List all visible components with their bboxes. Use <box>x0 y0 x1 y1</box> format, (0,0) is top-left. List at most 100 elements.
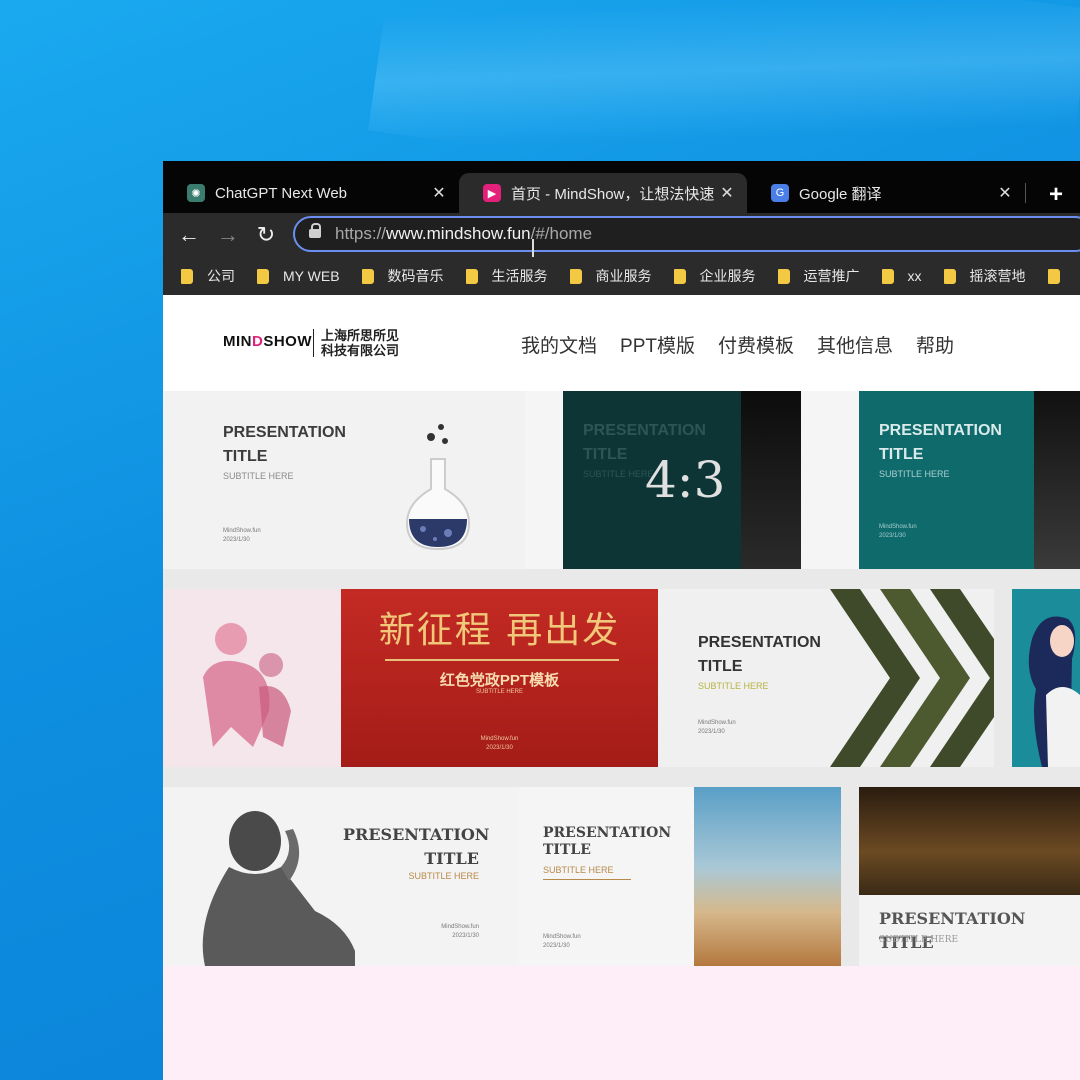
template-meta: MindShow.fun 2023/1/30 <box>223 528 261 543</box>
template-subtitle: SUBTITLE HERE <box>223 471 294 481</box>
browser-window: ✺ ChatGPT Next Web ✕ ▶ 首页 - MindShow，让想法… <box>163 161 1080 1080</box>
template-card-theater[interactable]: PRESENTATION TITLE SUBTITLE HERE <box>859 787 1080 966</box>
bottles-image <box>1034 391 1080 569</box>
template-title: PRESENTATION TITLE <box>879 909 1026 952</box>
close-tab-icon[interactable]: ✕ <box>429 183 449 203</box>
template-card-teal[interactable]: PRESENTATION TITLE SUBTITLE HERE MindShow… <box>859 391 1080 569</box>
mindshow-logo[interactable]: MINDSHOW <box>223 333 312 350</box>
template-subtitle: SUBTITLE HERE <box>408 871 479 881</box>
woman-illustration <box>1028 616 1080 767</box>
folder-icon <box>257 268 269 284</box>
folder-icon <box>1047 268 1060 284</box>
close-tab-icon[interactable]: ✕ <box>717 183 737 203</box>
template-subtitle: SUBTITLE HERE <box>698 681 769 691</box>
tab-strip: ✺ ChatGPT Next Web ✕ ▶ 首页 - MindShow，让想法… <box>163 161 1080 213</box>
template-card-red-party[interactable]: 新征程 再出发 红色党政PPT模板 SUBTITLE HERE MindShow… <box>341 589 658 767</box>
template-meta: MindShow.fun 2023/1/30 <box>698 720 736 735</box>
tab-google-translate[interactable]: G Google 翻译 ✕ <box>747 173 1025 213</box>
bottles-image <box>741 391 801 569</box>
logo-divider <box>313 329 314 357</box>
divider-line <box>385 659 619 661</box>
lock-icon <box>309 223 321 240</box>
pink-figures-illustration <box>203 623 291 747</box>
back-arrow-icon[interactable]: ← <box>175 221 203 249</box>
main-nav: 我的文档 PPT模版 付费模板 其他信息 帮助 <box>521 331 977 358</box>
template-gap-strip <box>801 391 859 569</box>
address-bar[interactable]: https://www.mindshow.fun/#/home <box>293 216 1080 252</box>
bookmark-folder[interactable]: MY WEB <box>257 268 340 284</box>
bookmark-folder[interactable]: 摇滚营地 <box>943 266 1026 286</box>
template-card-woman[interactable] <box>1012 589 1080 767</box>
company-name: 上海所思所见 科技有限公司 <box>321 328 400 358</box>
bookmark-folder[interactable]: xx <box>881 268 922 284</box>
folder-icon <box>465 268 478 284</box>
new-tab-icon[interactable]: + <box>1049 181 1063 209</box>
folder-icon <box>943 268 956 284</box>
folder-icon <box>181 268 193 284</box>
browser-toolbar: ← → ↻ https://www.mindshow.fun/#/home <box>163 213 1080 257</box>
folder-icon <box>777 268 790 284</box>
template-subtitle: SUBTITLE HERE <box>475 689 523 695</box>
template-card-dark-teal[interactable]: PRESENTATION TITLE SUBTITLE HERE 4:3 <box>563 391 801 569</box>
theater-image <box>859 787 1080 895</box>
nav-my-docs[interactable]: 我的文档 <box>521 331 597 358</box>
bookmark-folder[interactable]: 生活服务 <box>465 266 548 286</box>
template-meta: MindShow.fun 2023/1/30 <box>879 524 917 539</box>
bookmark-folder[interactable]: 运营推广 <box>777 266 860 286</box>
folder-icon <box>569 268 582 284</box>
flask-illustration <box>405 424 471 551</box>
reload-icon[interactable]: ↻ <box>252 221 280 249</box>
chatgpt-icon: ✺ <box>187 184 205 202</box>
statue-image <box>202 811 355 966</box>
template-subtitle: SUBTITLE HERE <box>583 469 654 479</box>
template-subtitle: SUBTITLE HERE <box>543 865 614 875</box>
nav-ppt-templates[interactable]: PPT模版 <box>620 331 695 358</box>
template-meta: MindShow.fun 2023/1/30 <box>441 924 479 939</box>
tab-chatgpt[interactable]: ✺ ChatGPT Next Web ✕ <box>163 173 459 213</box>
bookmark-folder[interactable] <box>1047 268 1074 284</box>
folder-icon <box>673 268 686 284</box>
folder-icon <box>361 268 374 284</box>
template-card-chevrons[interactable]: PRESENTATION TITLE SUBTITLE HERE MindShow… <box>658 589 994 767</box>
template-title: PRESENTATION TITLE <box>543 825 672 858</box>
tab-mindshow[interactable]: ▶ 首页 - MindShow，让想法快速 ✕ <box>459 173 747 213</box>
template-headline: 新征程 再出发 <box>378 610 621 651</box>
forward-arrow-icon[interactable]: → <box>214 221 242 249</box>
bookmark-folder[interactable]: 数码音乐 <box>361 266 444 286</box>
close-tab-icon[interactable]: ✕ <box>995 183 1015 203</box>
template-title: PRESENTATION TITLE <box>343 825 490 868</box>
template-meta: MindShow.fun 2023/1/30 <box>543 934 581 949</box>
text-cursor <box>532 239 534 257</box>
tab-title: 首页 - MindShow，让想法快速 <box>511 185 715 203</box>
nav-other-info[interactable]: 其他信息 <box>817 331 893 358</box>
tab-title: Google 翻译 <box>799 185 882 203</box>
tab-separator <box>1025 183 1026 203</box>
bookmark-folder[interactable]: 商业服务 <box>569 266 652 286</box>
site-header: MINDSHOW 上海所思所见 科技有限公司 我的文档 PPT模版 付费模板 其… <box>163 295 1080 391</box>
mindshow-icon: ▶ <box>483 184 501 202</box>
url-text: https://www.mindshow.fun/#/home <box>335 224 593 243</box>
template-card-statue[interactable]: PRESENTATION TITLE SUBTITLE HERE MindShow… <box>163 787 519 966</box>
folder-icon <box>881 268 894 284</box>
template-card-pink-figures[interactable] <box>163 589 341 767</box>
template-subtitle: SUBTITLE HERE <box>879 469 950 479</box>
tab-title: ChatGPT Next Web <box>215 184 347 202</box>
template-card-desert[interactable] <box>694 787 841 966</box>
template-subtitle: SUBTITLE HERE <box>879 935 959 945</box>
template-title: PRESENTATION TITLE <box>879 422 1002 463</box>
bookmark-folder[interactable]: 公司 <box>181 266 235 286</box>
template-title: PRESENTATION TITLE <box>698 634 821 675</box>
bookmark-folder[interactable]: 企业服务 <box>673 266 756 286</box>
template-card-serif[interactable]: PRESENTATION TITLE SUBTITLE HERE MindShow… <box>519 787 694 966</box>
template-title: PRESENTATION TITLE <box>223 424 346 465</box>
google-translate-icon: G <box>771 184 789 202</box>
template-gap-strip <box>525 391 563 569</box>
bookmarks-bar: 公司 MY WEB 数码音乐 生活服务 商业服务 企业服务 运营推广 xx 摇滚… <box>163 257 1080 295</box>
nav-help[interactable]: 帮助 <box>916 331 954 358</box>
aspect-ratio-badge: 4:3 <box>645 451 726 509</box>
template-title: 红色党政PPT模板 <box>439 672 560 689</box>
chevron-pattern-graphic <box>830 589 994 767</box>
nav-paid-templates[interactable]: 付费模板 <box>718 331 794 358</box>
template-card-flask[interactable]: PRESENTATION TITLE SUBTITLE HERE MindShow… <box>163 391 525 569</box>
template-meta: MindShow.fun 2023/1/30 <box>480 736 519 751</box>
